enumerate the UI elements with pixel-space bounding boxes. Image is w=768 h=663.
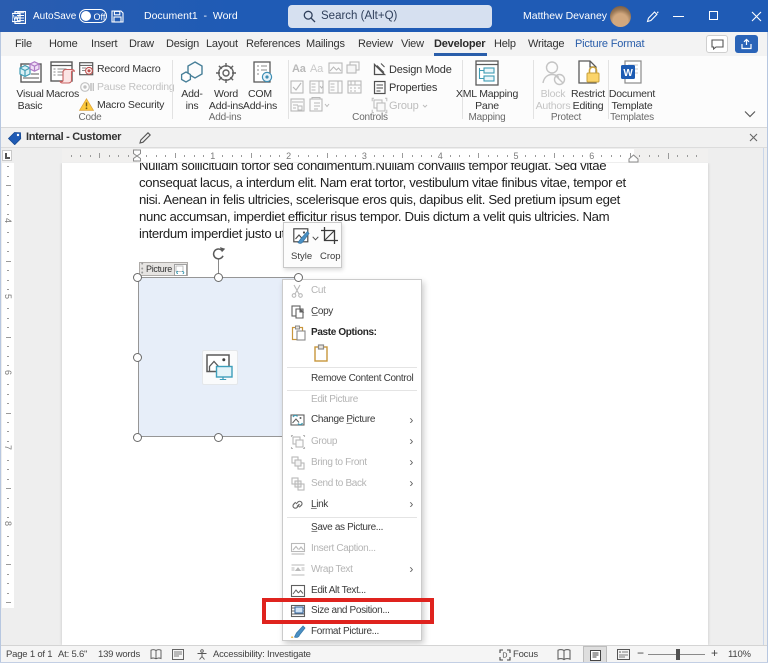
svg-text:Design Mode: Design Mode (389, 64, 452, 76)
svg-text:Group: Group (389, 100, 419, 112)
svg-text:Aa: Aa (292, 63, 307, 75)
svg-text:Properties: Properties (389, 82, 438, 94)
svg-text:D: D (502, 653, 507, 660)
svg-text:Aa: Aa (310, 63, 324, 75)
svg-text:W: W (623, 68, 633, 79)
